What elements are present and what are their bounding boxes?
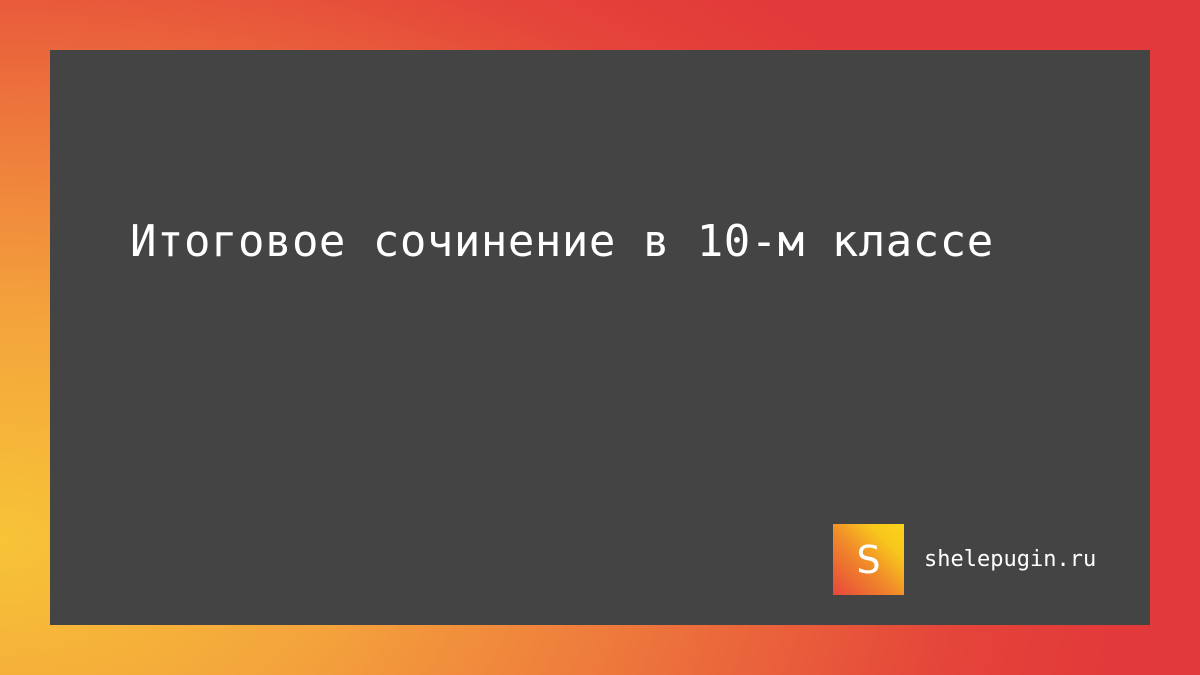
brand-block[interactable]: S shelepugin.ru xyxy=(833,524,1096,595)
site-logo-icon: S xyxy=(833,524,904,595)
logo-letter: S xyxy=(856,537,881,582)
page-title: Итоговое сочинение в 10-м классе xyxy=(130,216,994,267)
site-name[interactable]: shelepugin.ru xyxy=(924,548,1096,571)
content-panel: Итоговое сочинение в 10-м классе S shele… xyxy=(50,50,1150,625)
